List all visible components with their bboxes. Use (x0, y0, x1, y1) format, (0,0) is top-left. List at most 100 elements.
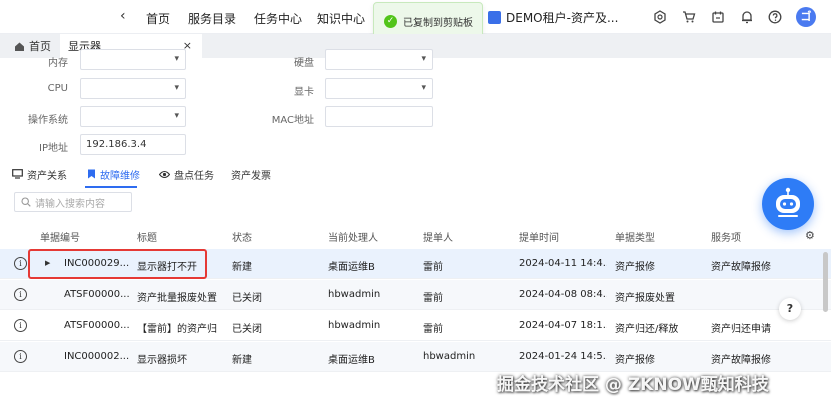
memory-select[interactable]: ▾ (80, 49, 186, 70)
bell-icon[interactable] (740, 10, 754, 24)
table-header: 单据编号 标题 状态 当前处理人 提单人 提单时间 单据类型 服务项 (0, 225, 831, 245)
mac-input[interactable] (325, 106, 433, 127)
column-header[interactable]: 状态 (232, 229, 252, 244)
check-circle-icon: ✓ (384, 14, 397, 28)
tab-fault-repair[interactable]: 故障维修 (87, 164, 140, 184)
cell-submitter: 雷前 (423, 324, 443, 335)
tab-asset-relations[interactable]: 资产关系 (12, 164, 67, 184)
chevron-down-icon: ▾ (174, 83, 179, 93)
scrollbar-thumb[interactable] (823, 252, 828, 312)
highlight-annotation-box (28, 249, 207, 279)
cell-type: 资产归还/释放 (615, 324, 679, 335)
cell-time: 2024-04-07 18:1... (519, 320, 607, 331)
monitor-icon (12, 169, 23, 179)
os-label: 操作系统 (28, 115, 68, 126)
column-header[interactable]: 提单时间 (519, 229, 559, 244)
help-button[interactable]: ? (779, 298, 801, 320)
tenant-switcher[interactable]: DEMO租户-资产及... (488, 9, 618, 26)
cell-id[interactable]: ATSF00000... (64, 320, 132, 331)
cell-time: 2024-01-24 14:5... (519, 351, 607, 362)
table-row[interactable]: i ATSF00000... 【雷前】的资产归 已关闭 hbwadmin 雷前 … (0, 311, 831, 341)
cell-handler: 桌面运维B (328, 355, 375, 366)
bookmark-icon (88, 169, 95, 179)
info-icon[interactable]: i (14, 257, 27, 270)
cell-time: 2024-04-11 14:4... (519, 258, 607, 269)
chevron-down-icon: ▾ (174, 111, 179, 121)
ip-input[interactable]: 192.186.3.4 (80, 134, 186, 155)
back-chevron-icon[interactable]: ‹ (120, 8, 126, 24)
gpu-label: 显卡 (294, 87, 314, 98)
cell-type: 资产报修 (615, 262, 655, 273)
cell-id[interactable]: ATSF00000... (64, 289, 132, 300)
tab-asset-invoices[interactable]: 资产发票 (231, 164, 271, 184)
cell-service: 资产归还申请 (711, 324, 771, 335)
column-header[interactable]: 单据编号 (40, 229, 80, 244)
toast-message: 已复制到剪贴板 (403, 17, 473, 29)
cell-type: 资产报修 (615, 355, 655, 366)
settings-icon[interactable] (653, 10, 667, 24)
column-header[interactable]: 服务项 (711, 229, 741, 244)
gpu-select[interactable]: ▾ (325, 78, 433, 99)
search-icon (21, 197, 31, 207)
cell-id[interactable]: INC000002... (64, 351, 132, 362)
robot-assistant-icon (776, 187, 800, 217)
watermark-text: 掘金技术社区 @ ZKNOW甄知科技 (497, 375, 769, 395)
memory-label: 内存 (48, 58, 68, 69)
cell-title: 资产批量报废处置 (137, 293, 217, 304)
table-row[interactable]: i INC000002... 显示器损坏 新建 桌面运维B hbwadmin 2… (0, 342, 831, 372)
nav-home[interactable]: 首页 (146, 10, 170, 27)
column-header[interactable]: 提单人 (423, 229, 453, 244)
tab-fault-repair-label: 故障维修 (100, 170, 140, 182)
cell-status: 新建 (232, 355, 252, 366)
search-placeholder: 请输入搜索内容 (35, 198, 105, 210)
tab-inventory-tasks[interactable]: 盘点任务 (159, 164, 214, 184)
help-circle-icon[interactable] (768, 10, 782, 24)
tab-asset-invoices-label: 资产发票 (231, 170, 271, 182)
nav-knowledge-center[interactable]: 知识中心 (317, 10, 365, 27)
info-icon[interactable]: i (14, 319, 27, 332)
cell-status: 已关闭 (232, 324, 262, 335)
cell-service: 资产故障报修 (711, 355, 771, 366)
cell-title: 显示器损坏 (137, 355, 187, 366)
info-icon[interactable]: i (14, 288, 27, 301)
cell-submitter: 雷前 (423, 293, 443, 304)
column-header[interactable]: 当前处理人 (328, 229, 378, 244)
user-avatar[interactable]: ゴ (796, 7, 816, 27)
os-select[interactable]: ▾ (80, 106, 186, 127)
cell-submitter: hbwadmin (423, 351, 476, 362)
column-header[interactable]: 标题 (137, 229, 157, 244)
tab-inventory-tasks-label: 盘点任务 (174, 170, 214, 182)
disk-label: 硬盘 (294, 58, 314, 69)
column-header[interactable]: 单据类型 (615, 229, 655, 244)
cell-submitter: 雷前 (423, 262, 443, 273)
cpu-label: CPU (47, 83, 68, 94)
tab-asset-relations-label: 资产关系 (27, 170, 67, 182)
nav-service-catalog[interactable]: 服务目录 (188, 10, 236, 27)
cpu-select[interactable]: ▾ (80, 78, 186, 99)
table-row[interactable]: i ATSF00000... 资产批量报废处置 已关闭 hbwadmin 雷前 … (0, 280, 831, 310)
cell-title: 【雷前】的资产归 (137, 324, 217, 335)
cell-handler: 桌面运维B (328, 262, 375, 273)
cell-time: 2024-04-08 08:4... (519, 289, 607, 300)
chevron-down-icon: ▾ (421, 54, 426, 64)
chevron-down-icon: ▾ (174, 54, 179, 64)
column-settings-icon[interactable]: ⚙ (805, 229, 815, 242)
active-tab-underline (85, 186, 137, 188)
cell-status: 新建 (232, 262, 252, 273)
nav-task-center[interactable]: 任务中心 (254, 10, 302, 27)
table-search-input[interactable]: 请输入搜索内容 (14, 192, 132, 212)
assistant-fab-button[interactable] (762, 178, 814, 230)
tenant-icon (488, 11, 501, 24)
tenant-name: DEMO租户-资产及... (506, 11, 619, 25)
eye-icon (159, 170, 170, 178)
cell-handler: hbwadmin (328, 289, 381, 300)
mac-label: MAC地址 (271, 115, 314, 126)
home-icon (15, 42, 24, 51)
cell-status: 已关闭 (232, 293, 262, 304)
cart-icon[interactable] (682, 10, 696, 24)
cell-type: 资产报废处置 (615, 293, 675, 304)
disk-select[interactable]: ▾ (325, 49, 433, 70)
calendar-icon[interactable] (711, 10, 725, 24)
info-icon[interactable]: i (14, 350, 27, 363)
chevron-down-icon: ▾ (421, 83, 426, 93)
